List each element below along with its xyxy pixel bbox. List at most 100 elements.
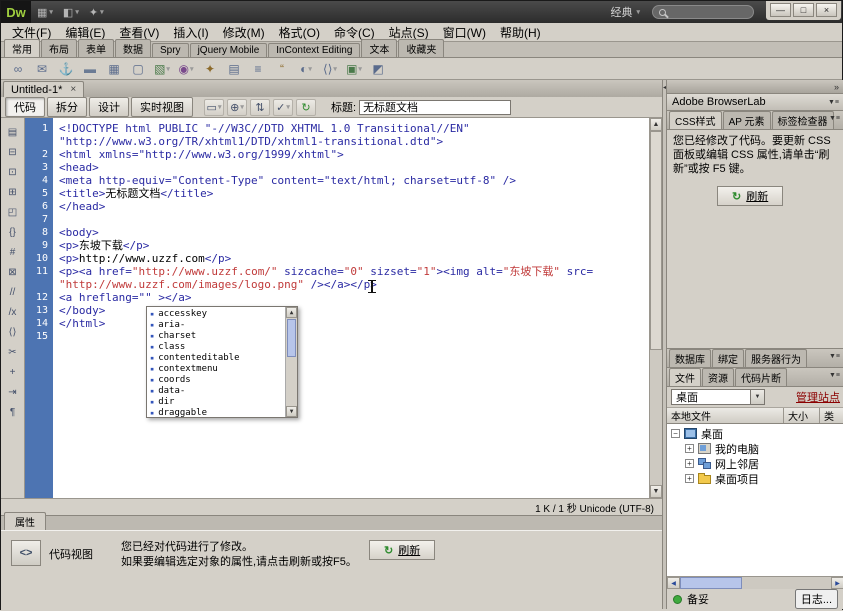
workspace-switcher[interactable]: 经典 ▾ bbox=[610, 4, 640, 20]
panel-tab[interactable]: Spry bbox=[152, 43, 189, 57]
tree-expander[interactable]: − bbox=[671, 429, 680, 438]
panel-tab[interactable]: 文件 bbox=[669, 368, 701, 386]
extend-services-icon[interactable]: ◧▾ bbox=[63, 6, 79, 19]
properties-tab[interactable]: 属性 bbox=[4, 512, 46, 530]
maximize-button[interactable]: □ bbox=[793, 3, 814, 17]
site-select[interactable]: 桌面 ▼ bbox=[671, 389, 765, 405]
view-button[interactable]: 代码 bbox=[5, 97, 45, 117]
panel-tab[interactable]: jQuery Mobile bbox=[190, 43, 268, 57]
close-button[interactable]: × bbox=[816, 3, 837, 17]
panel-menu-icon[interactable]: ▼≡ bbox=[829, 115, 840, 122]
check-page-icon[interactable]: ✓▾ bbox=[273, 99, 293, 116]
head-icon[interactable]: ◐▾ bbox=[295, 60, 317, 78]
hint-item[interactable]: ▪draggable bbox=[147, 408, 285, 417]
media-icon[interactable]: ◉▾ bbox=[175, 60, 197, 78]
script-icon[interactable]: ⟨⟩▾ bbox=[319, 60, 341, 78]
panel-tab[interactable]: 数据库 bbox=[669, 349, 711, 367]
tag-chooser-icon[interactable]: ◩ bbox=[367, 60, 389, 78]
browserlab-panel-header[interactable]: Adobe BrowserLab ▼≡ bbox=[667, 94, 843, 111]
panel-tab[interactable]: InContext Editing bbox=[268, 43, 360, 57]
hyperlink-icon[interactable]: ∞ bbox=[7, 60, 29, 78]
server-include-icon[interactable]: ≡ bbox=[247, 60, 269, 78]
code-vertical-scrollbar[interactable]: ▲ ▼ bbox=[649, 118, 662, 498]
panel-tab[interactable]: 标签检查器 bbox=[772, 111, 834, 129]
panel-tab[interactable]: 收藏夹 bbox=[398, 39, 444, 57]
file-management-icon[interactable]: ⇅ bbox=[250, 99, 270, 116]
tree-expander[interactable]: + bbox=[685, 474, 694, 483]
panel-menu-icon[interactable]: ▼≡ bbox=[829, 372, 840, 379]
layout-switcher-icon[interactable]: ▦▾ bbox=[37, 6, 53, 19]
images-icon[interactable]: ▧▾ bbox=[151, 60, 173, 78]
menu-item[interactable]: 窗口(W) bbox=[436, 22, 493, 43]
log-button[interactable]: 日志... bbox=[795, 589, 838, 609]
panel-tab[interactable]: 绑定 bbox=[712, 349, 744, 367]
refresh-design-view-icon[interactable]: ↻ bbox=[296, 99, 316, 116]
scroll-up-icon[interactable]: ▲ bbox=[286, 307, 297, 318]
wrap-tag-icon[interactable]: ⟨⟩ bbox=[4, 326, 22, 339]
panel-tab[interactable]: 文本 bbox=[361, 39, 397, 57]
line-numbers-icon[interactable]: # bbox=[4, 246, 22, 259]
menu-item[interactable]: 帮助(H) bbox=[493, 22, 548, 43]
scroll-down-icon[interactable]: ▼ bbox=[650, 485, 662, 498]
multiscreen-icon[interactable]: ▭▾ bbox=[204, 99, 224, 116]
tree-item[interactable]: +网上邻居 bbox=[667, 456, 843, 471]
column-header[interactable]: 类 bbox=[820, 408, 843, 423]
indent-code-icon[interactable]: ⇥ bbox=[4, 386, 22, 399]
panel-menu-icon[interactable]: ▼≡ bbox=[828, 99, 839, 106]
table-icon[interactable]: ▦ bbox=[103, 60, 125, 78]
view-button[interactable]: 拆分 bbox=[47, 97, 87, 117]
remove-comment-icon[interactable]: /x bbox=[4, 306, 22, 319]
chevron-down-icon[interactable]: ▼ bbox=[750, 390, 764, 404]
format-source-code-icon[interactable]: ¶ bbox=[4, 406, 22, 419]
recent-snippets-icon[interactable]: ✂ bbox=[4, 346, 22, 359]
balance-braces-icon[interactable]: {} bbox=[4, 226, 22, 239]
date-icon[interactable]: ▤ bbox=[223, 60, 245, 78]
document-tab[interactable]: Untitled-1* × bbox=[3, 81, 84, 97]
panel-tab[interactable]: 代码片断 bbox=[735, 368, 787, 386]
document-title-input[interactable] bbox=[359, 100, 511, 115]
scroll-thumb[interactable] bbox=[680, 577, 742, 589]
files-horizontal-scrollbar[interactable]: ◀ ▶ bbox=[667, 576, 843, 589]
open-documents-icon[interactable]: ▤ bbox=[4, 126, 22, 139]
column-header[interactable]: 本地文件 bbox=[667, 408, 784, 423]
expand-all-icon[interactable]: ⊞ bbox=[4, 186, 22, 199]
panel-tab[interactable]: 布局 bbox=[41, 39, 77, 57]
code-view-icon[interactable]: <> bbox=[11, 540, 41, 566]
hint-scrollbar[interactable]: ▲ ▼ bbox=[285, 307, 297, 417]
tree-item[interactable]: −桌面 bbox=[667, 426, 843, 441]
scroll-thumb[interactable] bbox=[287, 319, 296, 357]
menu-item[interactable]: 插入(I) bbox=[166, 22, 215, 43]
tree-expander[interactable]: + bbox=[685, 444, 694, 453]
minimize-button[interactable]: — bbox=[770, 3, 791, 17]
code-editor[interactable]: 1<!DOCTYPE html PUBLIC "-//W3C//DTD XHTM… bbox=[25, 118, 649, 498]
tree-expander[interactable]: + bbox=[685, 459, 694, 468]
app-search-input[interactable] bbox=[670, 7, 747, 18]
templates-icon[interactable]: ▣▾ bbox=[343, 60, 365, 78]
view-button[interactable]: 实时视图 bbox=[131, 97, 193, 117]
insert-div-icon[interactable]: ▢ bbox=[127, 60, 149, 78]
tree-item[interactable]: +桌面项目 bbox=[667, 471, 843, 486]
panel-tab[interactable]: 服务器行为 bbox=[745, 349, 807, 367]
menu-item[interactable]: 修改(M) bbox=[216, 22, 272, 43]
collapse-arrow-icon[interactable]: ◂ bbox=[663, 84, 666, 91]
apply-comment-icon[interactable]: // bbox=[4, 286, 22, 299]
view-button[interactable]: 设计 bbox=[89, 97, 129, 117]
collapse-selection-icon[interactable]: ⊡ bbox=[4, 166, 22, 179]
email-link-icon[interactable]: ✉ bbox=[31, 60, 53, 78]
app-logo[interactable]: Dw bbox=[1, 1, 31, 23]
scroll-track[interactable] bbox=[650, 131, 662, 485]
refresh-button[interactable]: ↻ 刷新 bbox=[717, 186, 783, 206]
column-header[interactable]: 大小 bbox=[784, 408, 820, 423]
move-css-icon[interactable]: + bbox=[4, 366, 22, 379]
panel-tab[interactable]: 资源 bbox=[702, 368, 734, 386]
collapse-to-icons-button[interactable]: » bbox=[834, 82, 839, 92]
site-menu-icon[interactable]: ✦▾ bbox=[89, 6, 104, 19]
scroll-thumb[interactable] bbox=[650, 131, 662, 350]
horizontal-rule-icon[interactable]: ▬ bbox=[79, 60, 101, 78]
panel-tab[interactable]: 表单 bbox=[78, 39, 114, 57]
widget-icon[interactable]: ✦ bbox=[199, 60, 221, 78]
manage-sites-link[interactable]: 管理站点 bbox=[796, 389, 840, 405]
scroll-left-icon[interactable]: ◀ bbox=[667, 577, 680, 589]
scroll-up-icon[interactable]: ▲ bbox=[650, 118, 662, 131]
scroll-track[interactable] bbox=[680, 577, 831, 589]
